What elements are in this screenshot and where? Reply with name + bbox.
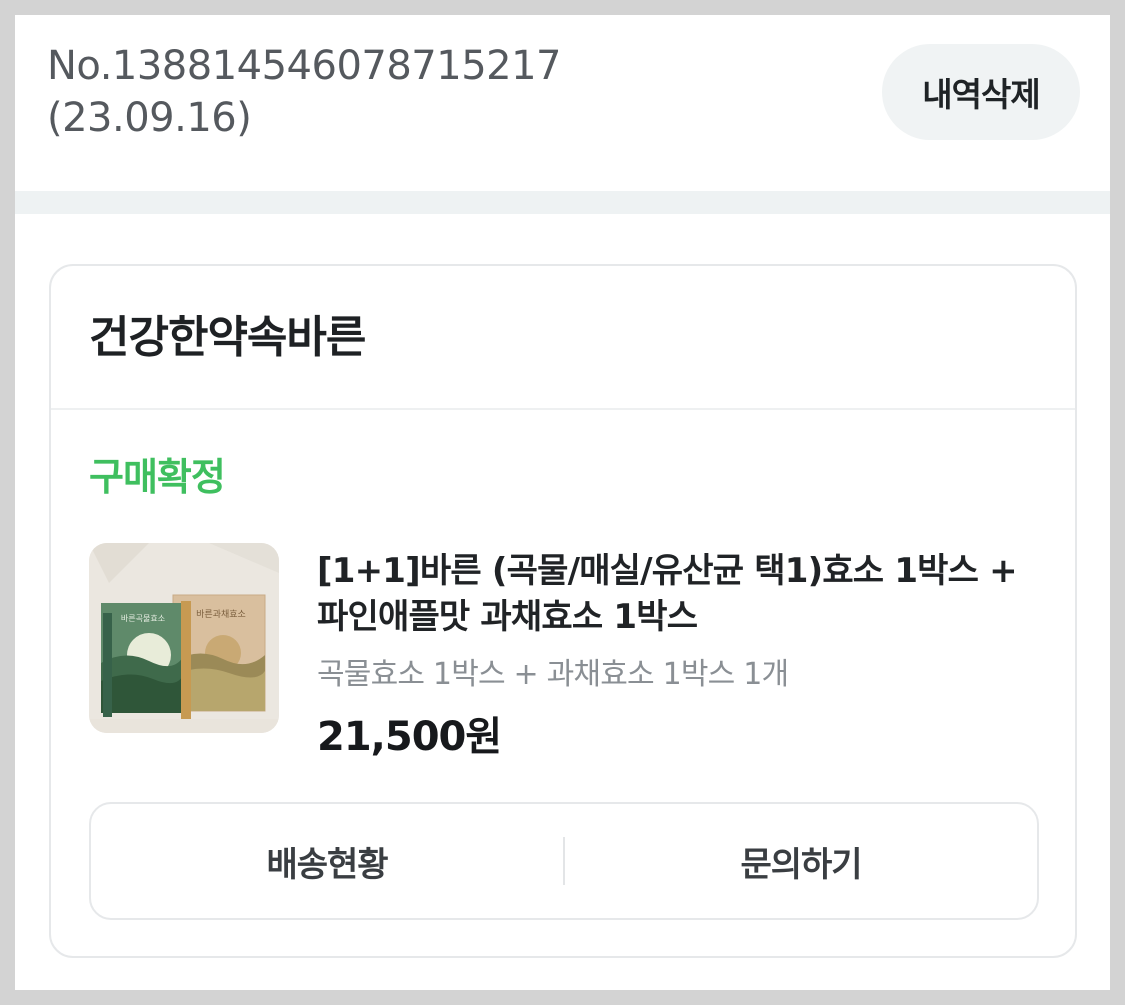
product-box-image: 바른과채효소 바른곡물효소 — [89, 543, 279, 733]
product-option: 곡물효소 1박스 + 과채효소 1박스 1개 — [317, 657, 789, 692]
order-header: No.138814546078715217 (23.09.16) 내역삭제 — [15, 15, 1110, 191]
store-name[interactable]: 건강한약속바른 — [89, 312, 366, 364]
order-detail-screen: No.138814546078715217 (23.09.16) 내역삭제 건강… — [15, 15, 1110, 990]
inquiry-button[interactable]: 문의하기 — [565, 804, 1037, 918]
svg-text:바른과채효소: 바른과채효소 — [196, 609, 246, 620]
order-actions: 배송현황 문의하기 — [89, 802, 1039, 920]
product-title[interactable]: [1+1]바른 (곡물/매실/유산균 택1)효소 1박스 + 파인애플맛 과채효… — [317, 548, 1037, 640]
store-order-card: 건강한약속바른 구매확정 바른과채효소 바른곡물효소 [1+1]바른 (곡물/매… — [49, 264, 1077, 958]
delete-history-button[interactable]: 내역삭제 — [882, 44, 1080, 140]
order-status-label: 구매확정 — [89, 455, 226, 499]
order-number: No.138814546078715217 — [47, 43, 562, 89]
product-thumbnail[interactable]: 바른과채효소 바른곡물효소 — [89, 543, 279, 733]
delivery-tracking-button[interactable]: 배송현황 — [91, 804, 563, 918]
card-divider — [51, 408, 1075, 410]
svg-text:바른곡물효소: 바른곡물효소 — [121, 613, 165, 623]
section-divider — [15, 191, 1110, 214]
product-price: 21,500원 — [317, 714, 502, 760]
order-date: (23.09.16) — [47, 95, 252, 141]
